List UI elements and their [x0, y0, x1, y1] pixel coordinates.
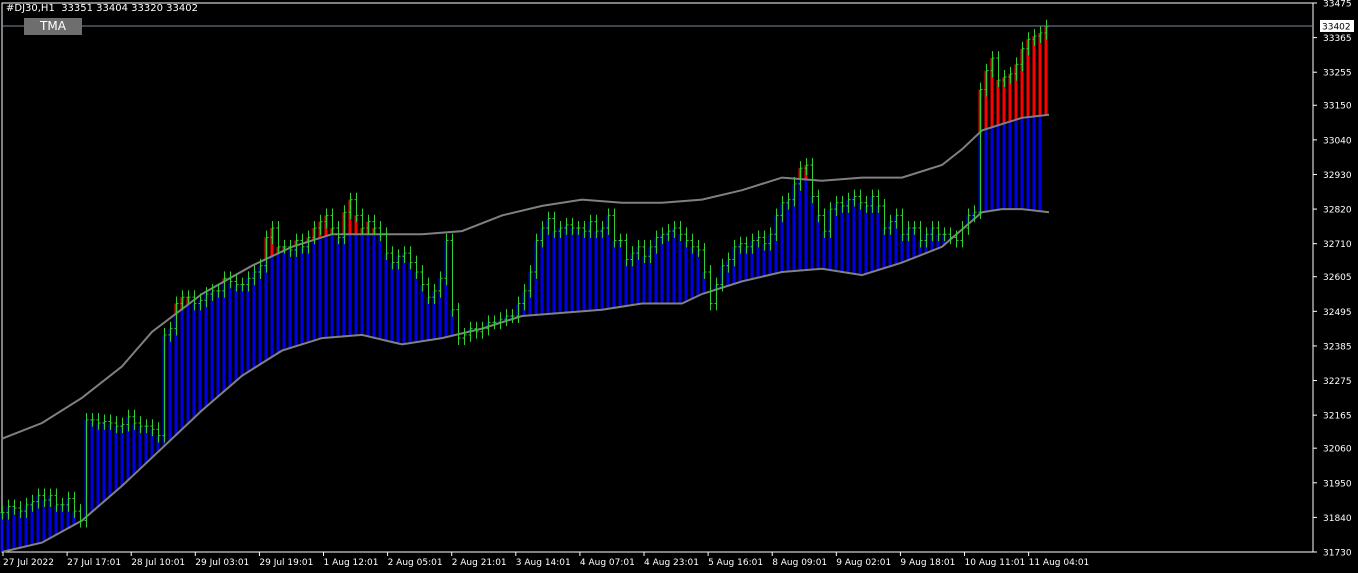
- x-tick-label: 28 Jul 10:01: [131, 558, 185, 568]
- x-tick-label: 11 Aug 04:01: [1029, 558, 1090, 568]
- y-tick-label: 31840: [1323, 514, 1352, 524]
- chart-header: #DJ30,H1 33351 33404 33320 33402: [6, 3, 198, 14]
- y-tick-label: 32165: [1323, 412, 1352, 422]
- y-tick-label: 32060: [1323, 445, 1352, 455]
- y-tick-label: 32930: [1323, 171, 1352, 181]
- x-tick-label: 4 Aug 23:01: [644, 558, 699, 568]
- middle-band-line: [1, 208, 1050, 553]
- x-tick-label: 2 Aug 05:01: [388, 558, 443, 568]
- y-tick-label: 33150: [1323, 102, 1352, 112]
- x-tick-label: 29 Jul 19:01: [259, 558, 313, 568]
- y-tick-label: 31730: [1323, 549, 1352, 559]
- y-tick-label: 33040: [1323, 136, 1352, 146]
- y-axis: 33475 33365 33255 33150 33040 32930 32820 32710…: [1313, 0, 1352, 559]
- x-tick-label: 10 Aug 11:01: [965, 558, 1026, 568]
- chart-canvas[interactable]: 33475 33365 33255 33150 33040 32930 32820 32710…: [0, 0, 1358, 573]
- x-tick-label: 5 Aug 16:01: [708, 558, 763, 568]
- x-axis: 27 Jul 2022 27 Jul 17:01 28 Jul 10:01 29 Ju…: [2, 552, 1090, 568]
- x-tick-label: 29 Jul 03:01: [195, 558, 249, 568]
- y-tick-label: 32820: [1323, 206, 1352, 216]
- x-tick-label: 27 Jul 2022: [3, 558, 54, 568]
- y-tick-label: 32495: [1323, 308, 1352, 318]
- x-tick-label: 8 Aug 09:01: [772, 558, 827, 568]
- y-tick-label: 31950: [1323, 479, 1352, 489]
- y-tick-label: 33255: [1323, 69, 1352, 79]
- y-tick-label: 32275: [1323, 377, 1352, 387]
- x-tick-label: 9 Aug 18:01: [900, 558, 955, 568]
- price-chart[interactable]: 33475 33365 33255 33150 33040 32930 32820 32710…: [0, 0, 1358, 573]
- price-tag-label: 33402: [1322, 22, 1351, 32]
- y-tick-label: 33475: [1323, 0, 1352, 10]
- x-tick-label: 4 Aug 07:01: [580, 558, 635, 568]
- y-tick-label: 32605: [1323, 273, 1352, 283]
- upper-band-line: [1, 113, 1050, 440]
- x-tick-label: 9 Aug 02:01: [836, 558, 891, 568]
- symbol-timeframe: #DJ30,H1: [6, 3, 55, 14]
- tma-indicator-button[interactable]: TMA: [24, 18, 82, 35]
- x-tick-label: 1 Aug 12:01: [324, 558, 379, 568]
- ohlc-values: 33351 33404 33320 33402: [61, 3, 198, 14]
- x-tick-label: 27 Jul 17:01: [67, 558, 121, 568]
- y-tick-label: 32385: [1323, 342, 1352, 352]
- x-tick-label: 3 Aug 14:01: [516, 558, 571, 568]
- y-tick-label: 32710: [1323, 240, 1352, 250]
- y-tick-label: 33365: [1323, 34, 1352, 44]
- x-tick-label: 2 Aug 21:01: [452, 558, 507, 568]
